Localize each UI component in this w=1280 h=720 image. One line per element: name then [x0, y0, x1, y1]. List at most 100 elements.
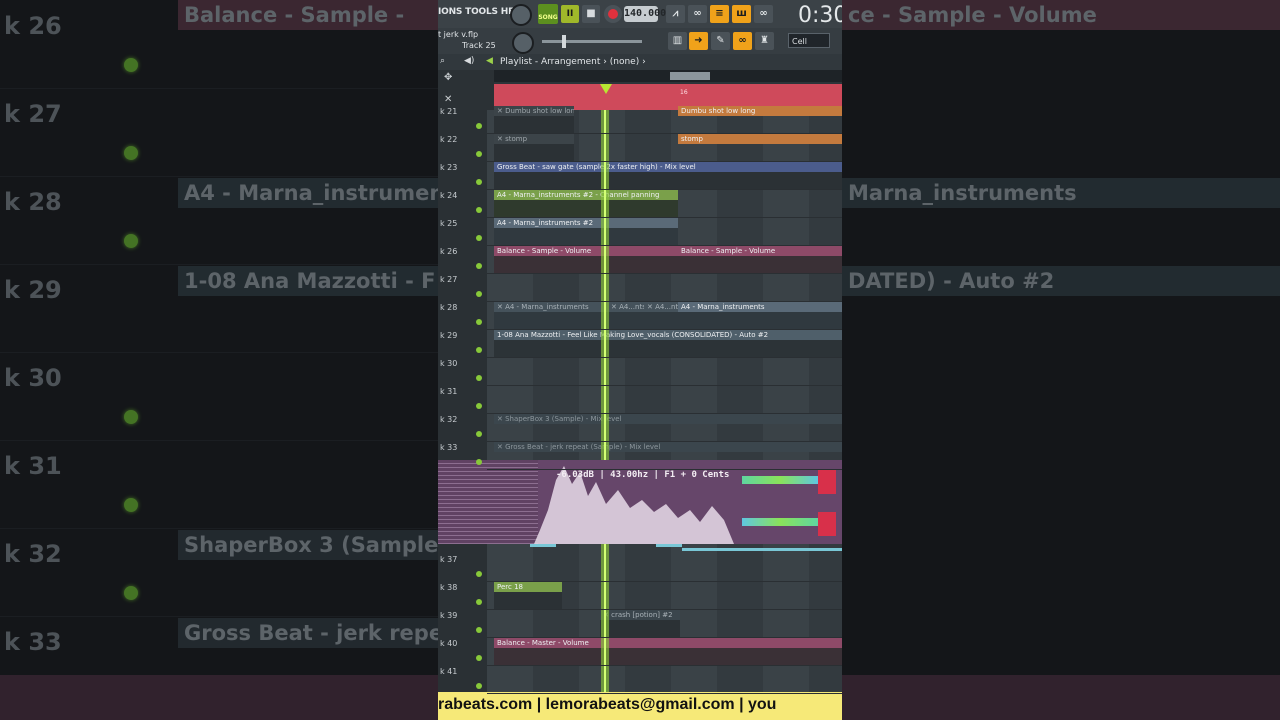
- spectrum-analyzer: -6.03dB | 43.00hz | F1 + 0 Cents: [438, 460, 842, 544]
- clip-body[interactable]: [494, 228, 678, 245]
- clip-body[interactable]: [494, 256, 842, 273]
- track-led[interactable]: [476, 627, 482, 633]
- clip-body[interactable]: [494, 116, 574, 133]
- magnifier-icon[interactable]: ⌕: [440, 56, 445, 66]
- clip-body[interactable]: [494, 648, 842, 665]
- play-button[interactable]: II: [561, 5, 579, 23]
- track-separator: [487, 329, 842, 330]
- arrow-left-icon[interactable]: ◀: [486, 56, 493, 66]
- track-led[interactable]: [476, 291, 482, 297]
- track-led[interactable]: [476, 599, 482, 605]
- arrow-icon[interactable]: ➜: [689, 32, 708, 50]
- slider-handle[interactable]: [562, 35, 566, 48]
- clip[interactable]: A4 - Marna_instruments #2: [494, 218, 678, 228]
- clip-strip[interactable]: [656, 544, 682, 547]
- clip[interactable]: ✕ Gross Beat - jerk repeat (Sample) - Mi…: [494, 442, 842, 452]
- clip[interactable]: A4 - Marna_instruments: [678, 302, 842, 312]
- track-led[interactable]: [476, 655, 482, 661]
- track-led[interactable]: [476, 403, 482, 409]
- speaker-icon[interactable]: ◀): [464, 56, 474, 66]
- clip[interactable]: Balance - Master - Volume: [494, 638, 842, 648]
- song-overview-bar[interactable]: [494, 70, 842, 82]
- clip-body[interactable]: [494, 340, 842, 357]
- track-led[interactable]: [476, 263, 482, 269]
- link-icon[interactable]: ∞: [733, 32, 752, 50]
- bg-track-led: [124, 586, 138, 600]
- loop-record-icon[interactable]: ∞: [688, 5, 707, 23]
- track-led[interactable]: [476, 431, 482, 437]
- clip[interactable]: ✕ A4...nts: [608, 302, 644, 312]
- playlist-titlebar: ⌕ ◀) ◀ Playlist - Arrangement › (none) ›: [438, 54, 842, 70]
- clip[interactable]: ✕ stomp: [494, 134, 574, 144]
- track-separator: [487, 441, 842, 442]
- track-led[interactable]: [476, 179, 482, 185]
- clip[interactable]: Perc 18: [494, 582, 562, 592]
- snap-select[interactable]: Cell: [788, 33, 830, 48]
- record-button[interactable]: [604, 5, 622, 23]
- contact-banner: rabeats.com | lemorabeats@gmail.com | yo…: [438, 692, 842, 720]
- main-toolbar: IONS TOOLS HELP SONG II ■ 140.000 ⩘ ∞ ≡ …: [438, 0, 842, 28]
- clip-body[interactable]: [494, 592, 562, 609]
- clip-body[interactable]: [494, 144, 574, 161]
- bg-track-label: k 32: [4, 540, 62, 568]
- track-led[interactable]: [476, 571, 482, 577]
- track-led[interactable]: [476, 459, 482, 465]
- pencil-icon[interactable]: ✎: [711, 32, 730, 50]
- clip[interactable]: ✕ crash [potion] #2: [600, 610, 680, 620]
- bg-clip: Gross Beat - jerk repe: [178, 618, 438, 648]
- master-volume-knob[interactable]: [510, 4, 532, 26]
- overview-viewport[interactable]: [670, 72, 710, 80]
- playhead-line[interactable]: [604, 110, 606, 720]
- master-volume-slider[interactable]: [542, 40, 642, 43]
- track-number: k 21: [440, 107, 458, 116]
- clip[interactable]: ✕ ShaperBox 3 (Sample) - Mix level: [494, 414, 842, 424]
- playlist-pattern[interactable]: (none): [610, 57, 639, 67]
- bg-track-label: k 26: [4, 12, 62, 40]
- track-led[interactable]: [476, 683, 482, 689]
- track-led[interactable]: [476, 123, 482, 129]
- track-led[interactable]: [476, 207, 482, 213]
- metronome-icon[interactable]: ⩘: [666, 5, 685, 23]
- clip-body[interactable]: [494, 312, 842, 329]
- track-led[interactable]: [476, 319, 482, 325]
- master-pitch-knob[interactable]: [512, 32, 534, 54]
- clip[interactable]: ✕ Dumbu shot low long: [494, 106, 574, 116]
- stop-button[interactable]: ■: [582, 5, 600, 23]
- track-led[interactable]: [476, 235, 482, 241]
- clip[interactable]: stomp: [678, 134, 842, 144]
- step-edit-icon[interactable]: ≡: [710, 5, 729, 23]
- clip[interactable]: 1-08 Ana Mazzotti - Feel Like Making Lov…: [494, 330, 842, 340]
- bg-clip: Balance - Sample -: [178, 0, 438, 30]
- clip[interactable]: Balance - Sample - Volume: [494, 246, 678, 256]
- clip-body[interactable]: [494, 172, 842, 189]
- tempo-display[interactable]: 140.000: [624, 6, 666, 22]
- pat-song-toggle[interactable]: SONG: [538, 4, 558, 24]
- clip-body[interactable]: [494, 200, 678, 217]
- clip[interactable]: Balance - Sample - Volume: [678, 246, 842, 256]
- typing-keyboard-icon[interactable]: ш: [732, 5, 751, 23]
- playhead-marker[interactable]: [600, 84, 612, 94]
- track-led[interactable]: [476, 347, 482, 353]
- bg-clip: A4 - Marna_instrument: [178, 178, 438, 208]
- close-icon[interactable]: ✕: [444, 94, 452, 105]
- bg-track-label: k 27: [4, 100, 62, 128]
- track-number: k 40: [440, 639, 458, 648]
- clip[interactable]: Dumbu shot low long: [678, 106, 842, 116]
- blend-notes-icon[interactable]: ∞: [754, 5, 773, 23]
- track-separator: [487, 133, 842, 134]
- move-icon[interactable]: ✥: [444, 72, 452, 83]
- track-led[interactable]: [476, 375, 482, 381]
- clip-strip[interactable]: [530, 544, 556, 547]
- clip[interactable]: Gross Beat - saw gate (sample 2x faster …: [494, 162, 842, 172]
- clip[interactable]: A4 - Marna_instruments #2 - Channel pann…: [494, 190, 678, 200]
- clip-strip[interactable]: [682, 548, 842, 551]
- piano-roll-icon[interactable]: ▥: [668, 32, 687, 50]
- stamp-icon[interactable]: ♜: [755, 32, 774, 50]
- clip-body[interactable]: [600, 620, 680, 637]
- clip[interactable]: ✕ A4...nts: [644, 302, 678, 312]
- clip[interactable]: ✕ A4 - Marna_instruments: [494, 302, 608, 312]
- track-separator: [487, 301, 842, 302]
- bg-clip: DATED) - Auto #2: [842, 266, 1280, 296]
- bg-track-led: [124, 146, 138, 160]
- track-led[interactable]: [476, 151, 482, 157]
